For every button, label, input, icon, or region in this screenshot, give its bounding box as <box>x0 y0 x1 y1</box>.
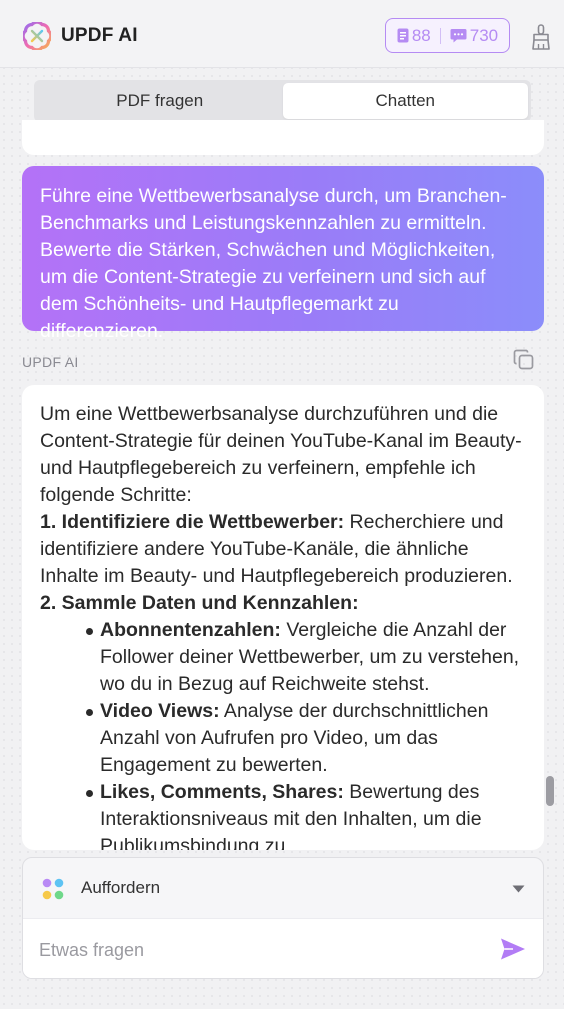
document-icon <box>397 28 409 43</box>
credits-badge[interactable]: 88 730 <box>385 18 510 53</box>
list-item: Video Views: Analyse der durchschnittlic… <box>86 698 526 779</box>
ai-step-1-title: 1. Identifiziere die Wettbewerber: <box>40 511 345 533</box>
app-title: UPDF AI <box>61 25 138 46</box>
updf-logo-icon <box>23 22 51 50</box>
prompt-dots-icon <box>42 878 64 900</box>
list-item: Likes, Comments, Shares: Bewertung des I… <box>86 779 526 850</box>
chevron-down-icon <box>512 885 525 893</box>
tab-pdf-fragen[interactable]: PDF fragen <box>37 83 283 119</box>
prompt-label: Auffordern <box>81 878 161 897</box>
mode-tabs: PDF fragen Chatten <box>34 80 531 122</box>
chat-credits: 730 <box>450 26 498 46</box>
list-item: Abonnentenzahlen: Vergleiche die Anzahl … <box>86 617 526 698</box>
ai-step-2-title: 2. Sammle Daten und Kennzahlen: <box>40 592 359 614</box>
send-icon[interactable] <box>500 937 526 961</box>
chat-bubble-icon <box>450 29 467 43</box>
ai-step-1: 1. Identifiziere die Wettbewerber: Reche… <box>40 509 526 590</box>
chat-credits-count: 730 <box>469 25 499 45</box>
broom-icon[interactable] <box>530 24 552 50</box>
header: UPDF AI 88 730 <box>0 0 564 68</box>
ask-input[interactable] <box>37 933 481 967</box>
ai-message: Um eine Wettbewerbsanalyse durchzuführen… <box>22 385 544 850</box>
doc-credits: 88 <box>397 26 431 46</box>
ai-step-2: 2. Sammle Daten und Kennzahlen: <box>40 590 526 617</box>
previous-message-card <box>22 120 544 155</box>
composer: Auffordern <box>22 857 544 979</box>
bullet-title: Likes, Comments, Shares: <box>100 781 344 803</box>
ai-intro: Um eine Wettbewerbsanalyse durchzuführen… <box>40 403 522 506</box>
copy-icon[interactable] <box>513 349 535 371</box>
ai-step-2-bullets: Abonnentenzahlen: Vergleiche die Anzahl … <box>40 617 526 850</box>
bullet-title: Abonnentenzahlen: <box>100 619 281 641</box>
ai-sender-label: UPDF AI <box>22 354 79 370</box>
doc-credits-count: 88 <box>411 25 431 45</box>
bullet-title: Video Views: <box>100 700 220 722</box>
user-message: Führe eine Wettbewerbsanalyse durch, um … <box>22 166 544 342</box>
ask-box <box>23 918 543 978</box>
credits-divider <box>439 27 441 44</box>
chat-scrollbar[interactable] <box>546 776 554 806</box>
tab-chatten[interactable]: Chatten <box>282 83 528 119</box>
prompt-selector[interactable]: Auffordern <box>23 858 543 918</box>
